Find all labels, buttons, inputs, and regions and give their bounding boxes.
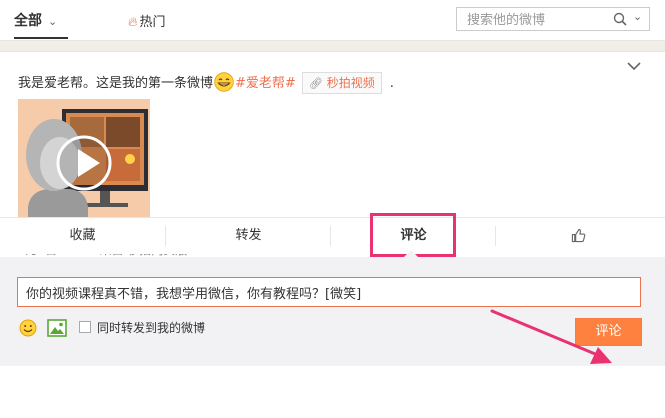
tab-all-label: 全部 <box>14 13 42 29</box>
chevron-down-icon[interactable]: ⌄ <box>633 10 642 23</box>
tab-active-indicator <box>14 37 68 39</box>
favorite-button[interactable]: 收藏 <box>0 218 165 254</box>
video-tag-link[interactable]: 🔗︎ 秒拍视频 <box>301 71 382 94</box>
chevron-down-icon: ⌄ <box>48 15 58 28</box>
video-tag-label: 秒拍视频 <box>326 75 375 90</box>
search-box[interactable]: ⌄ <box>456 7 650 31</box>
video-thumbnail[interactable]: 使用手机发送照片、文件、链接，网站自动匹配 <box>18 99 150 232</box>
top-tab-bar: 全部 ⌄ 🔥︎热门 ⌄ <box>0 0 665 41</box>
forward-checkbox[interactable] <box>79 321 91 333</box>
flame-icon: 🔥︎ <box>128 15 138 30</box>
search-icon[interactable] <box>613 12 627 26</box>
comment-input[interactable] <box>17 277 641 307</box>
image-icon[interactable] <box>47 319 67 337</box>
tab-hot-label: 热门 <box>139 15 166 30</box>
chevron-down-icon[interactable] <box>627 61 641 71</box>
post-trailing-text: . <box>389 76 394 91</box>
comment-area: 同时转发到我的微博 评论 <box>0 257 665 366</box>
tab-hot[interactable]: 🔥︎ 热门 <box>128 11 166 30</box>
forward-checkbox-label[interactable]: 同时转发到我的微博 <box>97 319 205 336</box>
post-text: 我是爱老帮。这是我的第一条微博 #爱老帮# 🔗︎ 秒拍视频. <box>18 71 394 95</box>
tab-all[interactable]: 全部 ⌄ <box>14 10 57 30</box>
forward-button[interactable]: 转发 <box>166 218 331 254</box>
comment-submit-button[interactable]: 评论 <box>575 318 642 346</box>
action-bar: 收藏 转发 评论 <box>0 217 665 254</box>
grin-emoji-icon <box>214 71 234 92</box>
search-input[interactable] <box>465 11 609 29</box>
like-button[interactable] <box>496 218 661 254</box>
thumbs-up-icon <box>571 228 586 243</box>
smile-icon[interactable] <box>19 319 37 337</box>
link-icon: 🔗︎ <box>308 76 323 90</box>
post-body: 我是爱老帮。这是我的第一条微博 <box>18 76 214 91</box>
comment-caret-pointer <box>404 250 418 257</box>
hashtag-link[interactable]: #爱老帮# <box>235 76 296 91</box>
